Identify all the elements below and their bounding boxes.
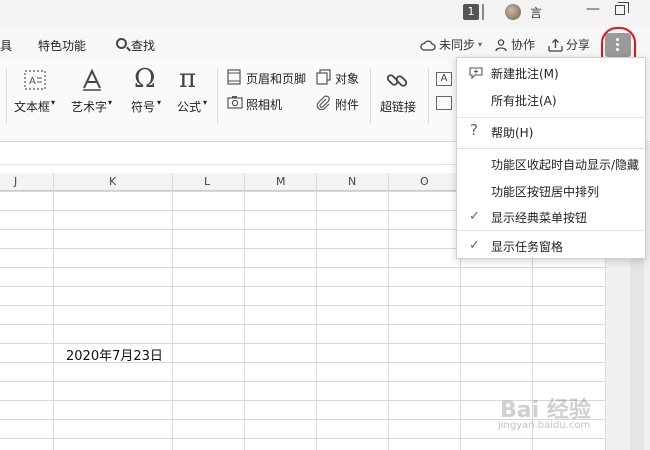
title-bar: 1 言 — — [0, 0, 650, 26]
sync-button[interactable]: 未同步 ▾ — [420, 36, 482, 53]
textbox-small-icon[interactable]: A — [436, 72, 452, 86]
sync-label: 未同步 — [439, 38, 476, 52]
chevron-down-icon[interactable]: ▾ — [51, 98, 55, 107]
header-footer-button[interactable]: 页眉和页脚 — [246, 70, 306, 87]
collab-button[interactable]: 协作 — [494, 36, 535, 53]
menu-item-classic-menu[interactable]: ✓ 显示经典菜单按钮 — [457, 204, 645, 230]
chevron-down-icon[interactable]: ▾ — [157, 98, 161, 107]
column-header-n[interactable]: N — [348, 175, 356, 188]
textbox-button[interactable]: 文本框 — [14, 98, 50, 115]
column-divider — [316, 173, 317, 450]
menu-divider — [457, 230, 645, 231]
tab-special-features[interactable]: 特色功能 — [38, 37, 86, 54]
badge-divider — [482, 4, 484, 20]
column-header-o[interactable]: O — [420, 175, 429, 188]
link-icon[interactable] — [384, 68, 410, 94]
new-comment-icon — [469, 67, 483, 79]
column-divider — [244, 173, 245, 450]
tab-tools[interactable]: 具 — [0, 37, 12, 54]
watermark-url: jingyan.baidu.com — [498, 420, 591, 431]
pi-icon[interactable]: π — [179, 64, 196, 94]
ribbon-divider — [428, 68, 429, 124]
menu-item-label: 功能区收起时自动显示/隐藏 — [491, 158, 640, 172]
check-icon: ✓ — [469, 238, 480, 253]
menu-divider — [457, 148, 645, 149]
share-icon — [548, 38, 563, 52]
ribbon-divider — [6, 68, 7, 124]
menu-item-help[interactable]: ? 帮助(H) — [457, 119, 645, 145]
chevron-down-icon[interactable]: ▾ — [108, 98, 112, 107]
search-icon[interactable] — [116, 38, 127, 49]
omega-icon[interactable]: Ω — [134, 64, 156, 94]
ribbon-divider — [370, 68, 371, 124]
chevron-down-icon: ▾ — [478, 40, 483, 49]
check-icon: ✓ — [469, 209, 480, 224]
art-text-button[interactable]: 艺术字 — [71, 98, 107, 115]
cloud-icon — [420, 39, 436, 51]
user-name[interactable]: 言 — [530, 4, 542, 21]
menu-item-center-buttons[interactable]: 功能区按钮居中排列 — [457, 178, 645, 204]
share-label: 分享 — [566, 38, 591, 52]
restore-button[interactable] — [615, 2, 629, 15]
menu-item-auto-show-hide[interactable]: 功能区收起时自动显示/隐藏 — [457, 151, 645, 177]
collab-icon — [495, 38, 507, 51]
column-header-j[interactable]: J — [14, 175, 17, 188]
header-footer-icon[interactable] — [227, 69, 241, 85]
ribbon-divider — [217, 68, 218, 124]
menu-divider — [457, 117, 645, 118]
share-button[interactable]: 分享 — [548, 36, 590, 53]
menu-item-label: 显示经典菜单按钮 — [491, 211, 588, 225]
column-divider — [172, 173, 173, 450]
column-header-k[interactable]: K — [109, 175, 116, 188]
avatar[interactable] — [505, 4, 521, 20]
more-options-menu: 新建批注(M) 所有批注(A) ? 帮助(H) 功能区收起时自动显示/隐藏 功能… — [456, 57, 646, 259]
object-button[interactable]: 对象 — [335, 70, 359, 87]
column-header-l[interactable]: L — [204, 175, 210, 188]
minimize-button[interactable]: — — [586, 1, 600, 17]
menu-item-label: 帮助(H) — [491, 126, 534, 140]
menu-item-label: 功能区按钮居中排列 — [491, 185, 600, 199]
camera-icon[interactable] — [227, 95, 243, 109]
symbol-button[interactable]: 符号 — [131, 98, 155, 115]
hyperlink-button[interactable]: 超链接 — [380, 98, 416, 115]
tab-find[interactable]: 查找 — [131, 37, 155, 54]
object-icon[interactable] — [316, 69, 331, 85]
column-divider — [53, 173, 54, 450]
collab-label: 协作 — [511, 38, 536, 52]
paperclip-icon[interactable] — [316, 95, 331, 110]
column-divider — [388, 173, 389, 450]
art-text-icon[interactable] — [80, 68, 104, 92]
formula-button[interactable]: 公式 — [177, 98, 201, 115]
column-header-m[interactable]: M — [276, 175, 286, 188]
chevron-down-icon[interactable]: ▾ — [203, 98, 207, 107]
menu-item-label: 显示任务窗格 — [491, 240, 564, 254]
textbox-icon[interactable]: A — [24, 70, 46, 90]
svg-text:A: A — [29, 76, 36, 87]
camera-button[interactable]: 照相机 — [246, 96, 282, 113]
menu-item-label: 所有批注(A) — [491, 94, 557, 108]
page-count-badge[interactable]: 1 — [463, 4, 479, 20]
help-icon: ? — [470, 121, 478, 139]
menu-item-label: 新建批注(M) — [491, 67, 559, 81]
menu-item-all-comments[interactable]: 所有批注(A) — [457, 87, 645, 113]
menu-item-task-pane[interactable]: ✓ 显示任务窗格 — [457, 233, 645, 259]
align-small-icon[interactable] — [436, 96, 452, 110]
date-cell[interactable]: 2020年7月23日 — [66, 345, 163, 364]
menu-item-new-comment[interactable]: 新建批注(M) — [457, 60, 645, 86]
attachment-button[interactable]: 附件 — [335, 96, 359, 113]
